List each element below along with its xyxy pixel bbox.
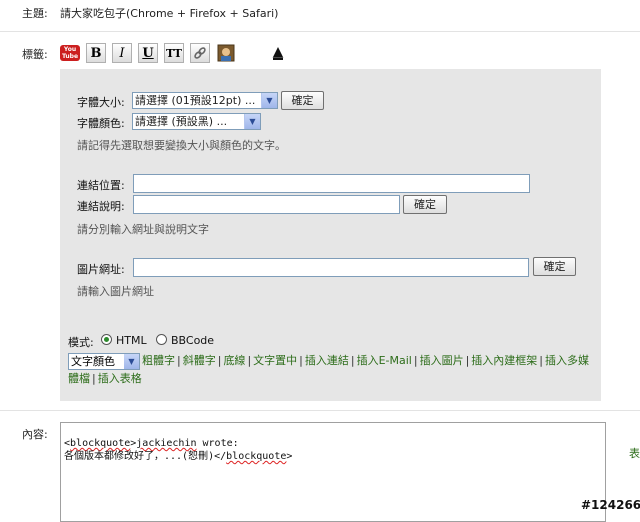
insert-bold-link[interactable]: 粗體字 bbox=[142, 354, 175, 367]
image-button[interactable] bbox=[216, 43, 236, 63]
insert-center-link[interactable]: 文字置中 bbox=[253, 354, 297, 367]
image-confirm-button[interactable]: 確定 bbox=[533, 257, 576, 276]
side-link[interactable]: 表 bbox=[629, 445, 640, 461]
font-size-select[interactable]: 請選擇 (01預設12pt) ... ▼ bbox=[132, 92, 278, 109]
insert-italic-link[interactable]: 斜體字 bbox=[183, 354, 216, 367]
mode-label: 模式: bbox=[68, 336, 94, 349]
content-token: > bbox=[286, 451, 293, 462]
image-url-input[interactable] bbox=[133, 258, 529, 277]
mode-html-label: HTML bbox=[116, 334, 147, 347]
font-color-label: 字體顏色: bbox=[77, 117, 125, 130]
collapse-toggle-button[interactable]: ▲ bbox=[268, 43, 288, 63]
italic-button[interactable]: I bbox=[112, 43, 132, 63]
content-token: 各個版本都修改好了，...(恕刪)</ bbox=[64, 451, 227, 462]
mode-bbcode-label: BBCode bbox=[171, 334, 215, 347]
image-url-label: 圖片網址: bbox=[77, 263, 125, 276]
chevron-down-icon: ▼ bbox=[244, 114, 260, 129]
insert-iframe-link[interactable]: 插入內建框架 bbox=[471, 354, 537, 367]
font-color-select[interactable]: 請選擇 (預設黑) ... ▼ bbox=[132, 113, 261, 130]
mode-bbcode-radio[interactable] bbox=[156, 334, 167, 345]
mode-html-radio[interactable] bbox=[101, 334, 112, 345]
font-size-select-value: 請選擇 (01預設12pt) ... bbox=[135, 94, 256, 107]
insert-image-link[interactable]: 插入圖片 bbox=[420, 354, 464, 367]
insert-link-link[interactable]: 插入連結 bbox=[305, 354, 349, 367]
editor-options-panel: 字體大小: 請選擇 (01預設12pt) ... ▼ 確定 字體顏色: 請選擇 … bbox=[60, 69, 601, 401]
link-button[interactable] bbox=[190, 43, 210, 63]
youtube-icon[interactable]: You Tube bbox=[60, 43, 80, 63]
text-color-select[interactable]: 文字顏色 ▼ bbox=[68, 352, 140, 370]
content-token: jackiechin bbox=[136, 438, 197, 449]
link-url-input[interactable] bbox=[133, 174, 530, 193]
watermark: #124266 bbox=[581, 498, 640, 512]
underline-button[interactable]: U bbox=[138, 43, 158, 63]
font-color-select-value: 請選擇 (預設黑) ... bbox=[135, 115, 228, 128]
link-icon bbox=[194, 47, 206, 59]
underline-glyph: U bbox=[142, 45, 154, 61]
content-token: blockquote bbox=[70, 438, 131, 449]
subject-label: 主題: bbox=[22, 7, 48, 20]
chevron-down-icon: ▼ bbox=[261, 93, 277, 108]
chevron-down-icon: ▼ bbox=[124, 353, 139, 369]
font-hint: 請記得先選取想要變換大小與顏色的文字。 bbox=[77, 139, 286, 152]
eject-icon: ▲ bbox=[272, 44, 284, 60]
subject-value: 請大家吃包子(Chrome + Firefox + Safari) bbox=[60, 7, 279, 20]
content-token: wrote: bbox=[196, 438, 239, 449]
divider bbox=[0, 31, 640, 32]
link-desc-label: 連結說明: bbox=[77, 200, 125, 213]
insert-table-link[interactable]: 插入表格 bbox=[98, 372, 142, 385]
image-hint: 請輸入圖片網址 bbox=[77, 285, 154, 298]
content-label: 內容: bbox=[22, 428, 48, 441]
font-confirm-button[interactable]: 確定 bbox=[281, 91, 324, 110]
content-textarea[interactable]: <blockquote>jackiechin wrote: 各個版本都修改好了，… bbox=[60, 422, 606, 522]
link-url-label: 連結位置: bbox=[77, 179, 125, 192]
content-text: <blockquote>jackiechin wrote: 各個版本都修改好了，… bbox=[64, 438, 292, 462]
youtube-icon-label: You Tube bbox=[60, 45, 80, 61]
editor-toolbar: You Tube B I U TT ▲ bbox=[60, 41, 294, 65]
bold-glyph: B bbox=[90, 45, 102, 61]
image-icon bbox=[217, 44, 235, 62]
italic-glyph: I bbox=[119, 45, 125, 61]
font-size-label: 字體大小: bbox=[77, 96, 125, 109]
content-token: blockquote bbox=[226, 451, 287, 462]
insert-underline-link[interactable]: 底線 bbox=[223, 354, 245, 367]
font-glyph: TT bbox=[166, 46, 182, 60]
link-desc-input[interactable] bbox=[133, 195, 400, 214]
tags-label: 標籤: bbox=[22, 48, 48, 61]
link-confirm-button[interactable]: 確定 bbox=[403, 195, 447, 214]
insert-email-link[interactable]: 插入E-Mail bbox=[357, 354, 412, 367]
divider bbox=[0, 410, 640, 411]
bold-button[interactable]: B bbox=[86, 43, 106, 63]
font-button[interactable]: TT bbox=[164, 43, 184, 63]
text-color-select-value: 文字顏色 bbox=[71, 354, 115, 368]
insert-toolbar: 文字顏色 ▼ 粗體字 | 斜體字 | 底線 | 文字置中 | 插入連結 | 插入E-Mail | 插入圖片 |… bbox=[68, 352, 590, 385]
link-hint: 請分別輸入網址與說明文字 bbox=[77, 223, 209, 236]
